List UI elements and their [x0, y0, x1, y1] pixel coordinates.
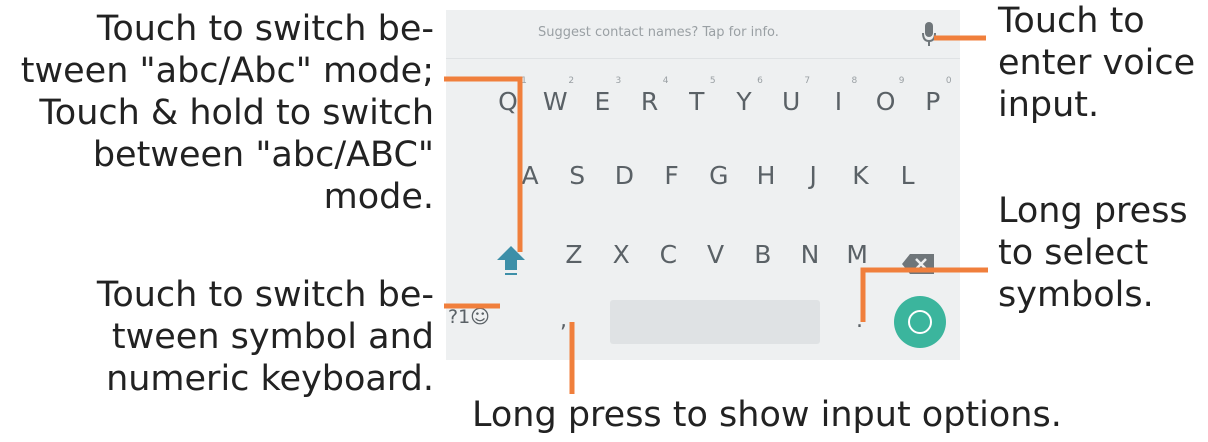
callout-lines	[444, 35, 988, 394]
shift-callout-line	[444, 76, 523, 252]
period-callout-line	[860, 267, 988, 322]
